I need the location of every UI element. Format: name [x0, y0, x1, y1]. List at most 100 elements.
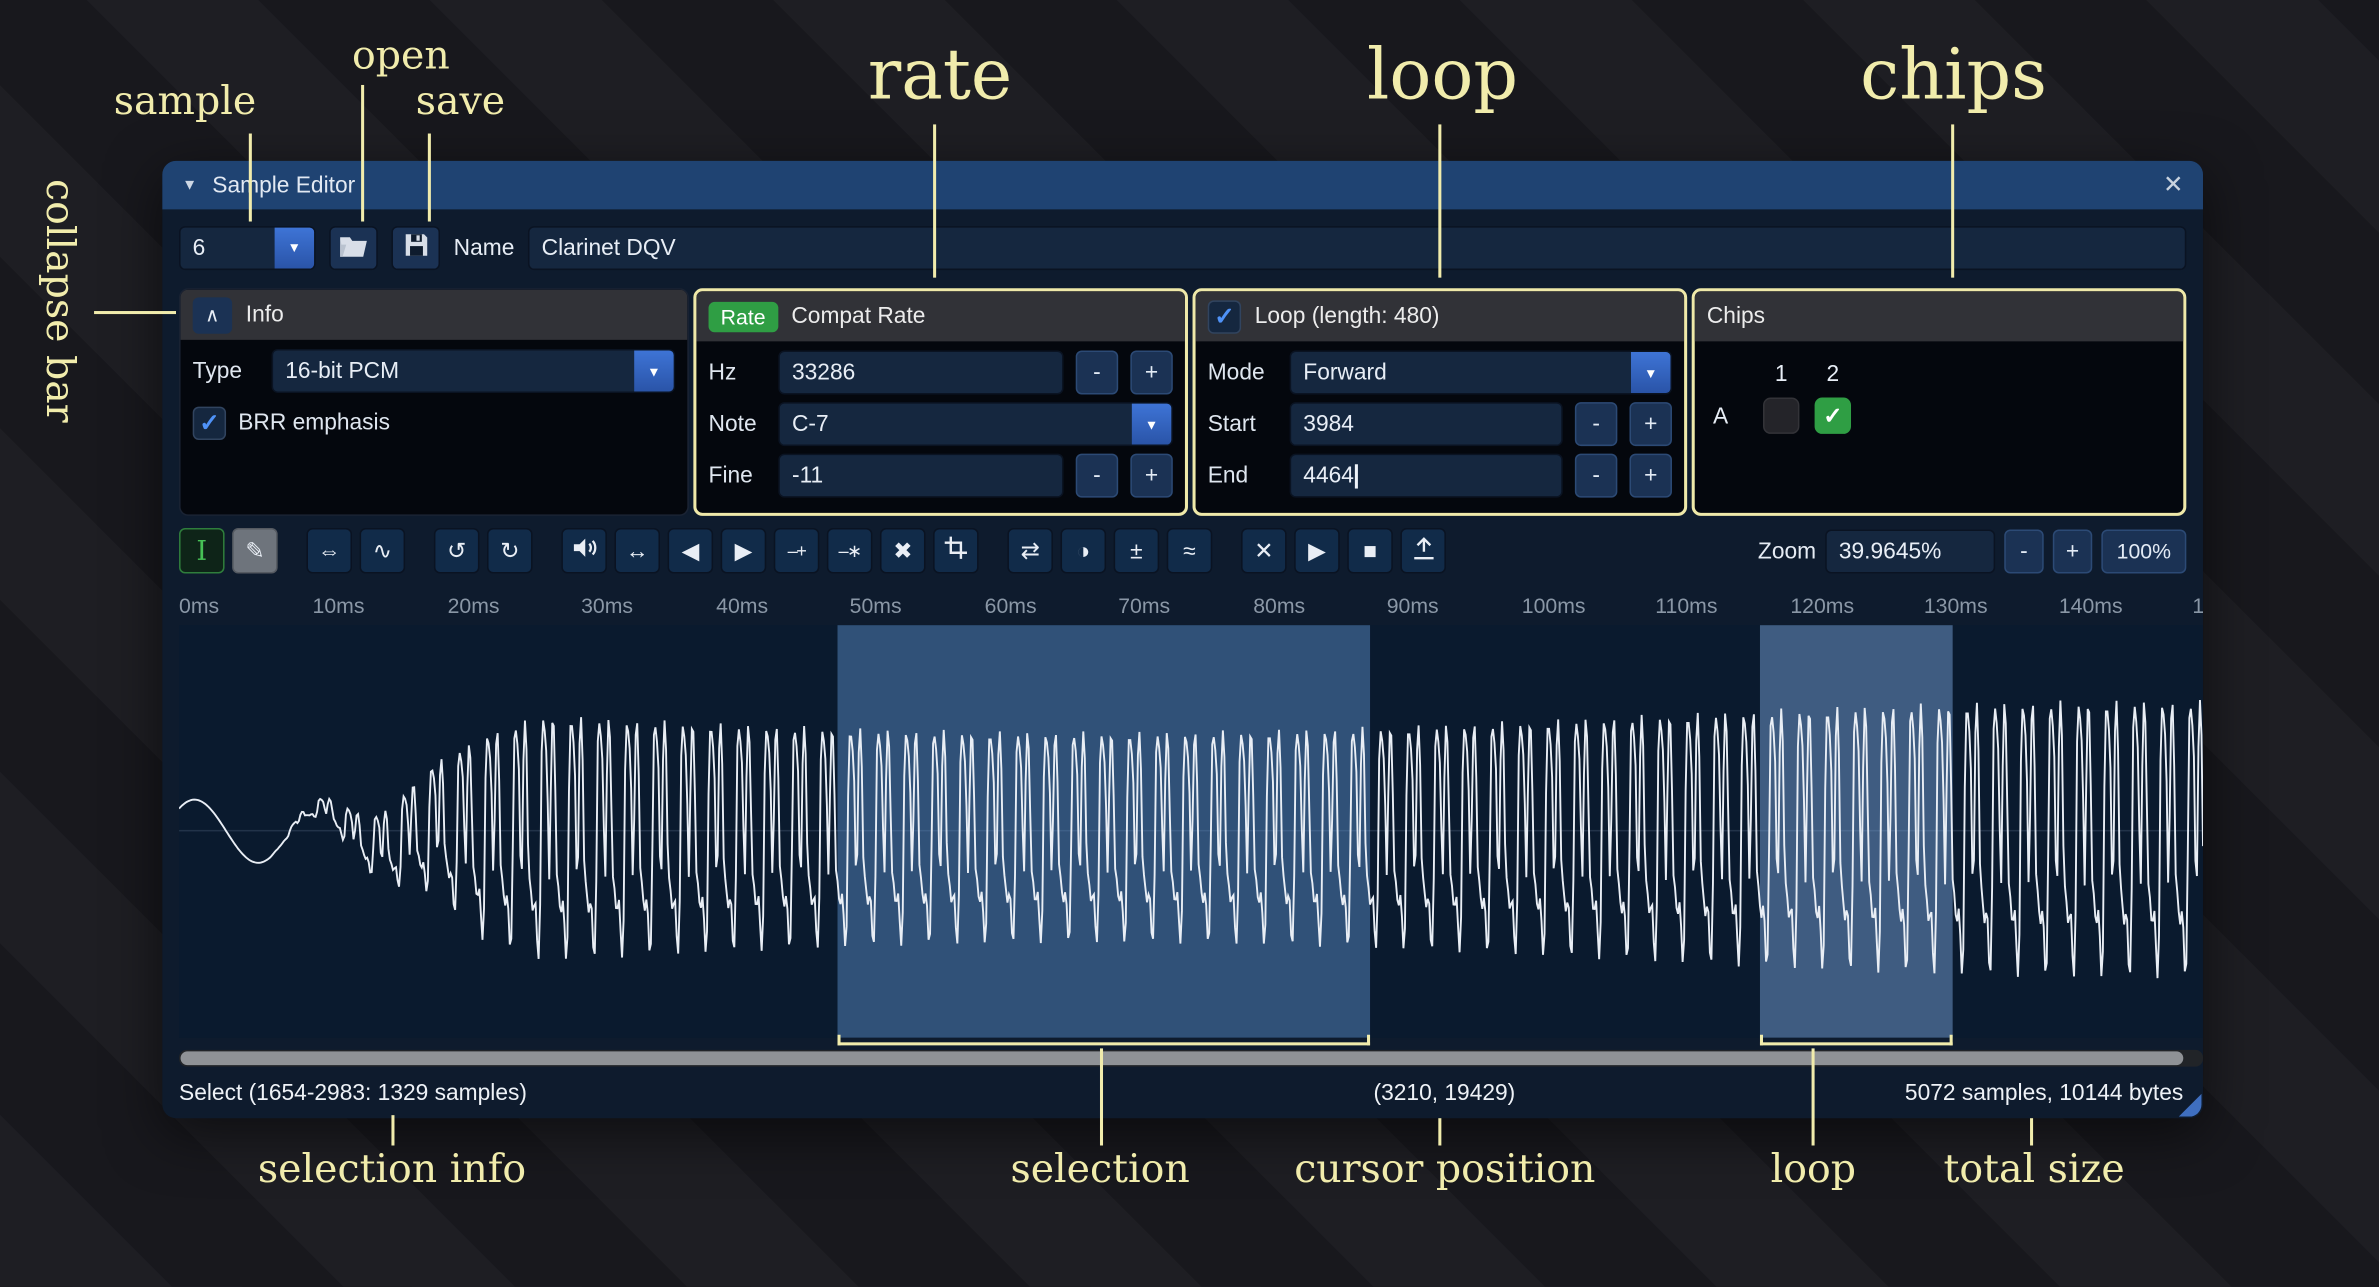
timeline-label: 50ms — [850, 593, 902, 617]
play-icon: ▶ — [1308, 537, 1326, 564]
zoom-input[interactable]: 39.9645% — [1825, 529, 1995, 573]
info-panel: ∧ Info Type 16-bit PCM ▼ ✓ BRR emphasis — [179, 288, 689, 516]
loop-end-minus-button[interactable]: - — [1575, 454, 1617, 498]
normalize-button[interactable]: ↔ — [614, 528, 660, 574]
loop-start-minus-button[interactable]: - — [1575, 402, 1617, 446]
waveform-path — [179, 700, 2203, 978]
type-label: Type — [193, 358, 260, 384]
apply-silence-icon: ‒∗ — [838, 540, 860, 561]
crossfade-button[interactable]: ✕ — [1241, 528, 1287, 574]
undo-button[interactable]: ↺ — [434, 528, 480, 574]
note-dropdown-arrow-icon[interactable]: ▼ — [1132, 404, 1171, 445]
loop-mode-dropdown-arrow-icon[interactable]: ▼ — [1631, 352, 1670, 393]
zoom-in-button[interactable]: + — [2053, 529, 2092, 573]
chips-panel-header: Chips — [1695, 291, 2184, 341]
invert-button[interactable]: ◑ — [1061, 528, 1107, 574]
trim-button[interactable] — [933, 528, 979, 574]
apply-silence-button[interactable]: ‒∗ — [827, 528, 873, 574]
resize-grip[interactable] — [2179, 1094, 2202, 1117]
rate-panel-title: Compat Rate — [791, 303, 925, 329]
sample-editor-window: ▼ Sample Editor ✕ 6 ▼ Name Clarinet — [162, 161, 2203, 1118]
waveform-view[interactable] — [179, 625, 2203, 1038]
note-label: Note — [709, 411, 767, 437]
resize-button[interactable]: ⇔ — [306, 528, 352, 574]
timeline-label: 30ms — [581, 593, 633, 617]
close-icon[interactable]: ✕ — [2163, 170, 2183, 200]
open-button[interactable] — [329, 225, 378, 269]
amplify-button[interactable] — [561, 528, 607, 574]
timeline-label: 90ms — [1387, 593, 1439, 617]
horizontal-scrollbar[interactable] — [179, 1050, 2203, 1067]
chips-column-1-label: 1 — [1755, 360, 1807, 386]
filter-button[interactable]: ≈ — [1167, 528, 1213, 574]
timeline-label: 130ms — [1924, 593, 1988, 617]
reverse-icon: ⇄ — [1021, 537, 1040, 564]
fine-plus-button[interactable]: + — [1130, 454, 1172, 498]
loop-end-input[interactable]: 4464 — [1290, 454, 1563, 498]
sample-number-select[interactable]: 6 ▼ — [179, 225, 316, 269]
delete-icon: ✖ — [893, 537, 912, 564]
note-dropdown[interactable]: C-7 ▼ — [778, 402, 1172, 446]
sample-row: 6 ▼ Name Clarinet DQV — [179, 225, 2186, 271]
save-icon — [403, 232, 429, 262]
loop-checkbox[interactable]: ✓ — [1208, 300, 1241, 333]
zoom-reset-button[interactable]: 100% — [2101, 529, 2186, 573]
type-dropdown[interactable]: 16-bit PCM ▼ — [272, 349, 676, 393]
name-label: Name — [454, 234, 515, 260]
chip-a1-checkbox[interactable] — [1763, 398, 1799, 434]
title-bar[interactable]: ▼ Sample Editor ✕ — [162, 161, 2203, 210]
collapse-bar-chevron-icon[interactable]: ∧ — [193, 297, 232, 333]
loop-start-plus-button[interactable]: + — [1629, 402, 1671, 446]
fade-in-button[interactable]: ◀ — [668, 528, 714, 574]
timeline-label: 40ms — [716, 593, 768, 617]
annotation-cursor-position: cursor position — [1294, 1147, 1595, 1193]
brr-emphasis-checkbox[interactable]: ✓ — [193, 406, 226, 439]
stop-preview-button[interactable]: ■ — [1347, 528, 1393, 574]
resize-icon: ⇔ — [318, 538, 341, 564]
reverse-button[interactable]: ⇄ — [1007, 528, 1053, 574]
fade-out-button[interactable]: ▶ — [721, 528, 767, 574]
upload-button[interactable] — [1400, 528, 1446, 574]
preview-button[interactable]: ▶ — [1294, 528, 1340, 574]
fine-input[interactable]: -11 — [778, 454, 1063, 498]
scrollbar-thumb[interactable] — [181, 1051, 2184, 1065]
loop-mode-dropdown[interactable]: Forward ▼ — [1290, 350, 1672, 394]
save-button[interactable] — [391, 225, 440, 269]
delete-button[interactable]: ✖ — [880, 528, 926, 574]
timeline-label: 140ms — [2059, 593, 2123, 617]
toolbar: I ✎ ⇔ ∿ ↺ ↻ ↔ ◀ ▶ ‒+ ‒∗ ✖ ⇄ ◑ — [179, 526, 2186, 575]
timeline-label: 60ms — [985, 593, 1037, 617]
hz-plus-button[interactable]: + — [1130, 350, 1172, 394]
annotation-chips: chips — [1860, 33, 2047, 115]
sign-invert-button[interactable]: ± — [1114, 528, 1160, 574]
edit-mode-draw-button[interactable]: ✎ — [232, 528, 278, 574]
loop-end-plus-button[interactable]: + — [1629, 454, 1671, 498]
type-dropdown-arrow-icon[interactable]: ▼ — [634, 350, 673, 391]
chip-a2-checkbox[interactable]: ✓ — [1815, 398, 1851, 434]
brr-emphasis-label: BRR emphasis — [238, 410, 390, 436]
fine-minus-button[interactable]: - — [1076, 454, 1118, 498]
info-panel-title: Info — [246, 302, 284, 328]
crop-icon — [944, 536, 968, 566]
annotation-total-size: total size — [1944, 1147, 2125, 1193]
window-collapse-icon[interactable]: ▼ — [182, 177, 197, 194]
filter-icon: ≈ — [1183, 538, 1195, 564]
timeline-ruler[interactable]: 0ms 10ms 20ms 30ms 40ms 50ms 60ms 70ms 8… — [179, 586, 2203, 625]
note-value: C-7 — [780, 411, 1132, 437]
rate-badge[interactable]: Rate — [709, 301, 778, 331]
insert-silence-icon: ‒+ — [788, 540, 806, 561]
fine-value: -11 — [780, 463, 1062, 489]
insert-silence-button[interactable]: ‒+ — [774, 528, 820, 574]
name-input[interactable]: Clarinet DQV — [528, 225, 2186, 269]
redo-button[interactable]: ↻ — [487, 528, 533, 574]
loop-start-input[interactable]: 3984 — [1290, 402, 1563, 446]
zoom-out-button[interactable]: - — [2004, 529, 2043, 573]
hz-minus-button[interactable]: - — [1076, 350, 1118, 394]
undo-icon: ↺ — [447, 537, 466, 564]
resample-button[interactable]: ∿ — [360, 528, 406, 574]
timeline-label: 80ms — [1253, 593, 1305, 617]
hz-input[interactable]: 33286 — [778, 350, 1063, 394]
text-caret — [1355, 464, 1357, 488]
sample-dropdown-arrow-icon[interactable]: ▼ — [275, 227, 314, 268]
edit-mode-select-button[interactable]: I — [179, 528, 225, 574]
